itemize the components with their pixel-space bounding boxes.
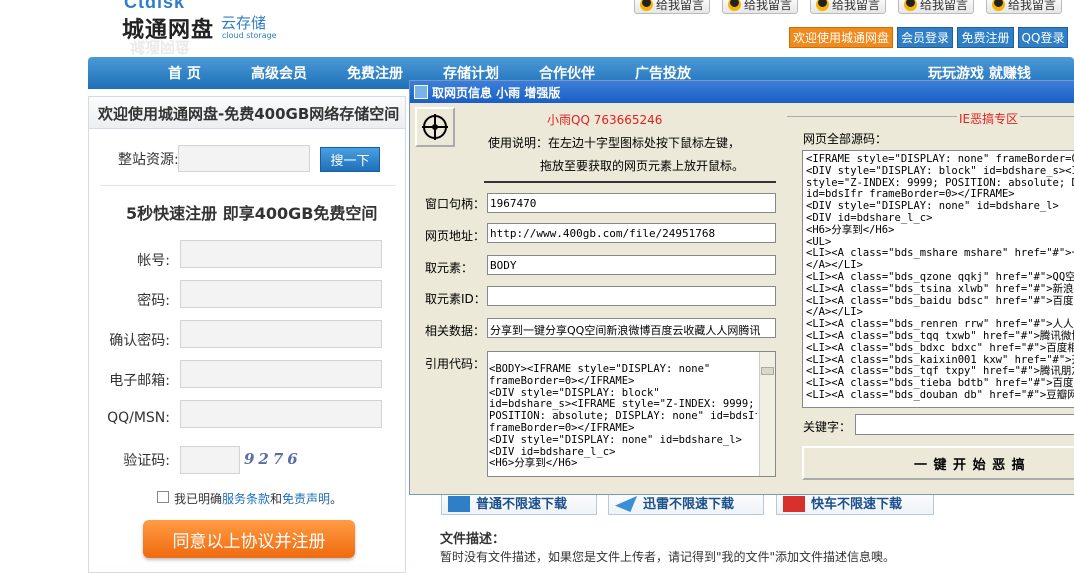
desc-title: 文件描述：: [440, 532, 506, 547]
crosshair-drag-button[interactable]: [415, 107, 455, 147]
ref-code-text: <BODY><IFRAME style="DISPLAY: none" fram…: [489, 364, 757, 470]
handle-field[interactable]: 1967470: [487, 193, 776, 213]
element-id-label: 取元素ID：: [425, 292, 486, 306]
ref-code-label: 引用代码：: [425, 357, 486, 371]
nav-item-register[interactable]: 免费注册: [347, 63, 403, 83]
logo-reflection: 城通网盘: [130, 38, 191, 56]
captcha-input[interactable]: [180, 446, 240, 474]
message-button[interactable]: 给我留言: [810, 0, 886, 14]
confirm-password-input[interactable]: [180, 320, 382, 348]
qq-msn-input[interactable]: [180, 400, 382, 428]
element-id-field[interactable]: [487, 286, 776, 306]
search-input[interactable]: [178, 145, 310, 172]
desc-text: 暂时没有文件描述，如果您是文件上传者，请记得到"我的文件"添加文件描述信息噢。: [440, 550, 896, 564]
instruction-line-2: 拖放至要获取的网页元素上放开鼠标。: [540, 159, 745, 173]
email-input[interactable]: [180, 360, 382, 388]
disclaimer-link[interactable]: 免责声明: [282, 492, 330, 506]
url-label: 网页地址：: [425, 229, 486, 243]
message-button[interactable]: 给我留言: [986, 0, 1062, 14]
penguin-icon: [639, 0, 653, 11]
qq-login-button[interactable]: QQ登录: [1018, 27, 1068, 48]
instruction-line-1: 使用说明：在左边十字型图标处按下鼠标左键，: [488, 136, 741, 150]
keyword-label: 关键字：: [803, 420, 852, 434]
penguin-icon: [991, 0, 1005, 11]
captcha-label: 验证码:: [123, 453, 170, 469]
login-button[interactable]: 会员登录: [897, 27, 953, 48]
agree-text: 我已明确服务条款和免责声明。: [174, 492, 343, 506]
element-field[interactable]: BODY: [487, 255, 776, 275]
message-button[interactable]: 给我留言: [634, 0, 710, 14]
source-label: 网页全部源码：: [803, 132, 888, 146]
scrollbar-thumb[interactable]: [761, 367, 774, 375]
ie-group-border: [787, 116, 1074, 117]
promo-text: 5秒快速注册 即享400GB免费空间: [126, 204, 378, 223]
search-button[interactable]: 搜一下: [320, 147, 380, 172]
author-text: 小雨QQ 763665246: [547, 113, 663, 127]
flashget-icon: [783, 496, 805, 512]
ie-section-title: IE恶搞专区: [957, 110, 1021, 127]
related-data-label: 相关数据：: [425, 324, 486, 338]
message-button[interactable]: 给我留言: [898, 0, 974, 14]
penguin-icon: [727, 0, 741, 11]
terms-link[interactable]: 服务条款: [222, 492, 270, 506]
crosshair-icon: [422, 114, 448, 140]
app-icon: [414, 85, 428, 99]
agree-checkbox[interactable]: [157, 491, 169, 503]
penguin-icon: [903, 0, 917, 11]
ref-code-scrollbar[interactable]: [759, 352, 775, 476]
download-icon: [448, 496, 470, 512]
separator: [484, 181, 776, 183]
confirm-password-label: 确认密码:: [109, 333, 170, 349]
welcome-button[interactable]: 欢迎使用城通网盘: [789, 27, 893, 48]
logo-sub-text: cloud storage: [222, 31, 277, 40]
qq-msn-label: QQ/MSN:: [107, 410, 170, 426]
keyword-input[interactable]: [855, 414, 1074, 435]
handle-label: 窗口句柄：: [425, 197, 486, 211]
email-label: 电子邮箱:: [109, 373, 170, 389]
captcha-image[interactable]: 9276: [244, 450, 306, 472]
nav-item-home[interactable]: 首 页: [168, 63, 201, 83]
agree-register-button[interactable]: 同意以上协议并注册: [143, 520, 355, 558]
thunder-icon: [615, 496, 637, 512]
dialog-titlebar[interactable]: 取网页信息 小雨 增强版: [410, 81, 1074, 103]
message-button[interactable]: 给我留言: [722, 0, 798, 14]
related-data-field[interactable]: 分享到一键分享QQ空间新浪微博百度云收藏人人网腾讯: [487, 318, 776, 338]
password-input[interactable]: [180, 280, 382, 308]
url-field[interactable]: http://www.400gb.com/file/24951768: [487, 223, 776, 243]
password-label: 密码:: [137, 293, 170, 309]
penguin-icon: [815, 0, 829, 11]
element-label: 取元素：: [425, 261, 474, 275]
logo-cloud-text: 云存储: [221, 14, 267, 32]
prank-button[interactable]: 一 键 开 始 恶 搞: [802, 446, 1074, 480]
panel-title: 欢迎使用城通网盘-免费400GB网络存储空间: [98, 105, 400, 123]
account-label: 帐号:: [137, 253, 170, 269]
divider: [100, 185, 396, 186]
nav-item-vip[interactable]: 高级会员: [251, 63, 307, 83]
account-input[interactable]: [180, 240, 382, 268]
register-button[interactable]: 免费注册: [957, 27, 1014, 48]
source-text: <IFRAME style="DISPLAY: none" frameBorde…: [806, 154, 1074, 401]
